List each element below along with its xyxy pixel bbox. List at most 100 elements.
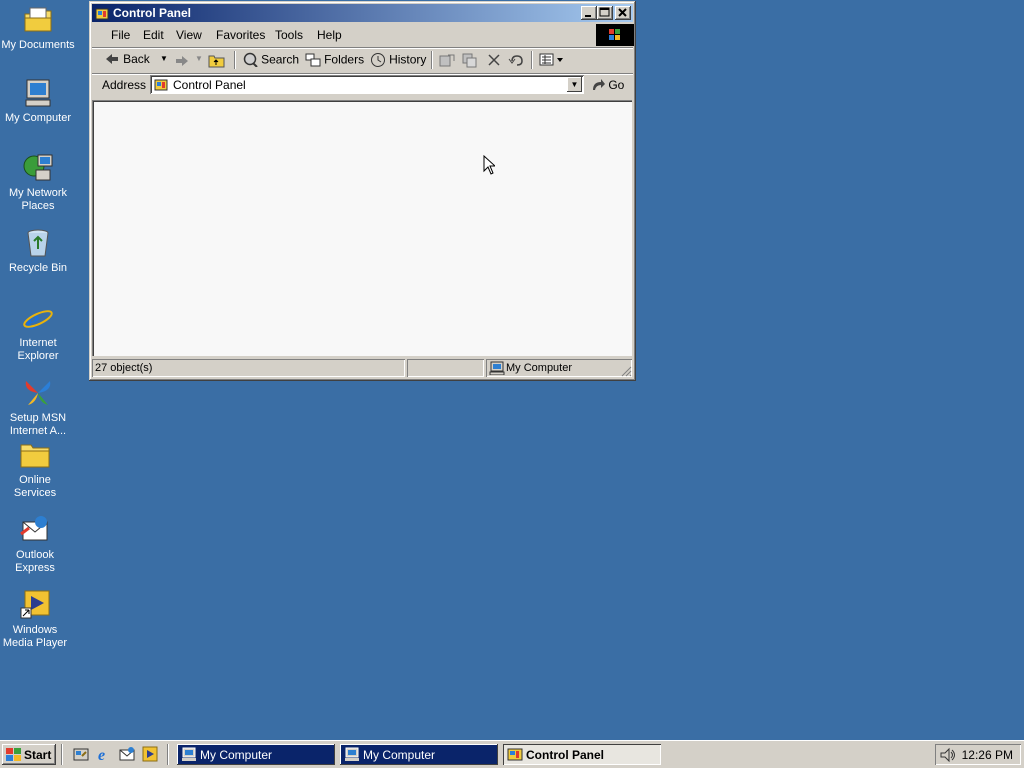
toolbar-separator: [531, 51, 533, 69]
taskbar-separator: [167, 744, 169, 765]
window-title: Control Panel: [113, 6, 192, 20]
desktop-icon-label: Outlook Express: [15, 549, 55, 574]
title-bar[interactable]: Control Panel: [92, 4, 633, 22]
resize-grip-icon[interactable]: [620, 365, 632, 377]
media-player-quicklaunch-icon[interactable]: [142, 746, 158, 762]
desktop-icon-my-documents[interactable]: My Documents: [1, 4, 75, 52]
address-value: Control Panel: [173, 78, 246, 92]
menu-edit[interactable]: Edit: [143, 28, 164, 42]
desktop-icon-label: Setup MSN Internet A...: [9, 412, 67, 437]
task-button-my-computer-1[interactable]: My Computer: [177, 744, 335, 765]
outlook-express-icon: [19, 514, 51, 546]
volume-speaker-icon[interactable]: [939, 747, 957, 763]
move-to-icon: [439, 54, 455, 67]
windows-flag-icon: [6, 748, 21, 761]
menu-file[interactable]: File: [111, 28, 130, 42]
toolbar-separator: [431, 51, 433, 69]
back-label: Back: [123, 52, 150, 66]
my-computer-task-icon: [182, 747, 196, 761]
menu-view[interactable]: View: [176, 28, 202, 42]
taskbar-separator: [61, 744, 63, 765]
my-computer-small-icon: [489, 361, 505, 375]
undo-button[interactable]: [508, 53, 524, 70]
address-field[interactable]: Control Panel ▼: [150, 75, 584, 94]
standard-toolbar: Back ▼ ▼ Search Folders History: [94, 49, 631, 73]
folders-icon: [305, 53, 321, 67]
go-button[interactable]: Go: [591, 77, 624, 92]
windows-logo-throbber: [596, 24, 634, 46]
task-button-control-panel[interactable]: Control Panel: [503, 744, 661, 765]
up-folder-button[interactable]: [208, 53, 226, 71]
task-button-my-computer-2[interactable]: My Computer: [340, 744, 498, 765]
msn-butterfly-icon: [22, 377, 54, 409]
copy-to-button[interactable]: [462, 53, 478, 71]
my-computer-task-icon: [345, 747, 359, 761]
minimize-button[interactable]: [581, 6, 597, 20]
search-label: Search: [261, 52, 300, 67]
folder-content-area[interactable]: [92, 100, 632, 356]
desktop-icon-recycle-bin[interactable]: Recycle Bin: [1, 227, 75, 275]
start-button[interactable]: Start: [2, 744, 56, 765]
media-player-icon: [19, 589, 51, 621]
mouse-cursor-icon: [483, 155, 495, 175]
history-icon: [371, 53, 385, 67]
menu-help[interactable]: Help: [317, 28, 342, 42]
maximize-button[interactable]: [597, 6, 613, 20]
desktop-icon-label: Internet Explorer: [17, 337, 59, 362]
go-label: Go: [608, 77, 625, 92]
forward-button[interactable]: [174, 54, 190, 71]
task-label: Control Panel: [526, 748, 605, 762]
address-bar: Address Control Panel ▼ Go: [94, 74, 631, 96]
control-panel-small-icon: [154, 77, 168, 94]
show-desktop-icon[interactable]: [73, 746, 89, 762]
back-button[interactable]: Back: [104, 52, 150, 66]
desktop-icon-label: My Documents: [1, 39, 75, 51]
desktop-icon-outlook-express[interactable]: Outlook Express: [0, 514, 72, 575]
control-panel-icon: [95, 6, 109, 20]
toolbar-separator: [234, 51, 236, 69]
desktop-icon-my-computer[interactable]: My Computer: [1, 77, 75, 125]
folders-button[interactable]: Folders: [305, 52, 364, 67]
search-icon: [243, 52, 258, 68]
views-button[interactable]: [539, 53, 565, 70]
folder-icon: [19, 439, 51, 471]
menu-favorites[interactable]: Favorites: [216, 28, 265, 42]
outlook-express-quicklaunch-icon[interactable]: [119, 746, 135, 762]
clock[interactable]: 12:26 PM: [962, 748, 1013, 762]
go-arrow-icon: [593, 78, 605, 90]
desktop-icon-internet-explorer[interactable]: e Internet Explorer: [1, 302, 75, 363]
desktop-icon-setup-msn[interactable]: Setup MSN Internet A...: [1, 377, 75, 438]
desktop-icon-media-player[interactable]: Windows Media Player: [0, 589, 72, 650]
internet-explorer-icon: e: [22, 302, 54, 336]
forward-arrow-icon: [176, 56, 188, 66]
control-panel-window[interactable]: Control Panel File Edit View Favorites T…: [89, 1, 636, 381]
delete-button[interactable]: [487, 53, 501, 70]
taskbar: Start e My Computer My Computer Control …: [0, 740, 1024, 768]
address-label: Address: [102, 78, 147, 92]
desktop-icon-label: Recycle Bin: [8, 262, 68, 274]
status-zone-label: My Computer: [506, 362, 573, 374]
desktop-icon-online-services[interactable]: Online Services: [0, 439, 72, 500]
history-label: History: [389, 52, 427, 67]
my-documents-icon: [22, 4, 54, 36]
back-arrow-icon: [106, 54, 118, 64]
status-bar: 27 object(s) My Computer: [92, 359, 633, 378]
network-places-icon: [22, 152, 54, 184]
search-button[interactable]: Search: [242, 52, 300, 68]
desktop-icon-label: My Network Places: [8, 187, 68, 212]
menu-bar: File Edit View Favorites Tools Help: [94, 24, 631, 46]
move-to-button[interactable]: [439, 53, 455, 71]
delete-icon: [488, 54, 500, 66]
history-button[interactable]: History: [370, 52, 426, 67]
forward-dropdown-icon[interactable]: ▼: [195, 54, 203, 63]
desktop-icon-network-places[interactable]: My Network Places: [1, 152, 75, 213]
internet-explorer-quicklaunch-icon[interactable]: e: [96, 746, 112, 764]
back-dropdown-icon[interactable]: ▼: [160, 54, 168, 63]
close-button[interactable]: [615, 6, 631, 20]
up-folder-icon: [208, 55, 225, 68]
menu-tools[interactable]: Tools: [275, 28, 303, 42]
views-icon: [539, 53, 563, 66]
desktop-icon-label: My Computer: [4, 112, 72, 124]
address-dropdown-button[interactable]: ▼: [567, 77, 582, 92]
desktop-icon-label: Windows Media Player: [2, 624, 68, 649]
